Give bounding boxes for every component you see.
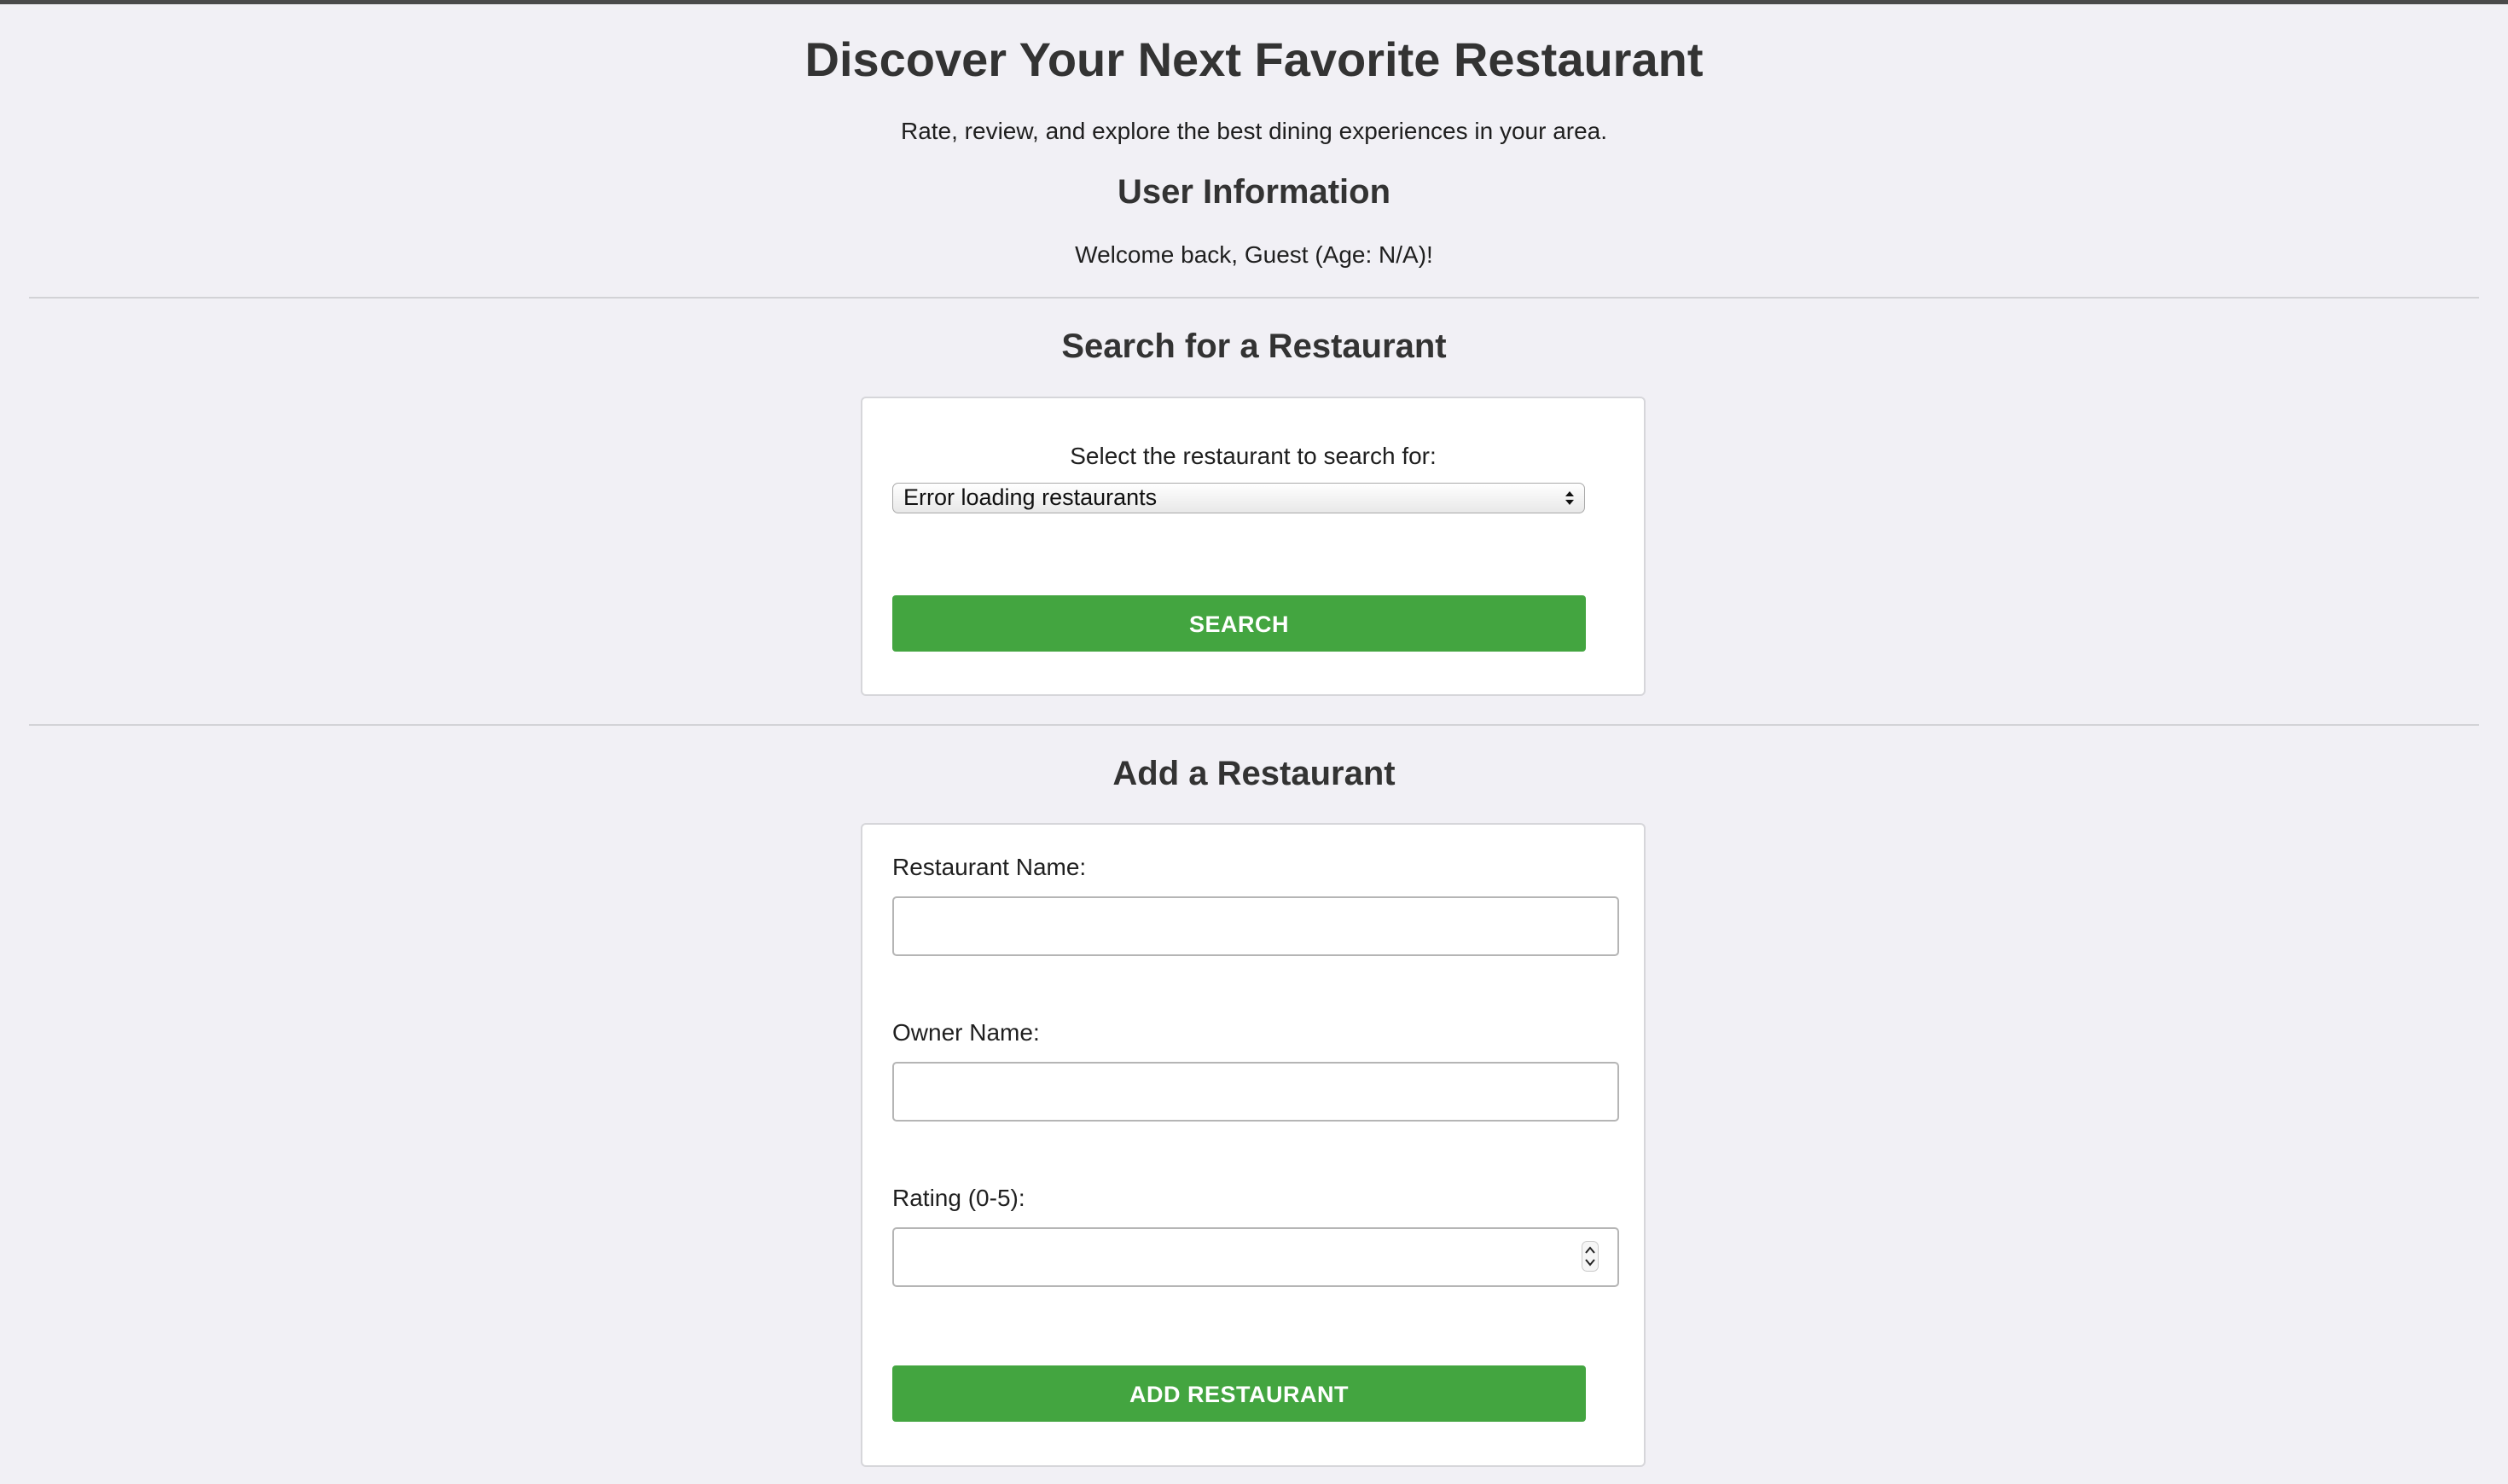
search-button[interactable]: SEARCH: [892, 595, 1586, 652]
divider-user-search: [29, 297, 2479, 299]
select-arrows-icon: [1565, 491, 1574, 505]
rating-stepper-icon[interactable]: [1582, 1241, 1599, 1272]
welcome-message: Welcome back, Guest (Age: N/A)!: [1075, 241, 1433, 268]
restaurant-select[interactable]: Error loading restaurants: [892, 483, 1585, 513]
add-restaurant-card: Restaurant Name: Owner Name: Rating (0-5…: [861, 823, 1646, 1467]
restaurant-name-input[interactable]: [892, 896, 1619, 956]
search-card: Select the restaurant to search for: Err…: [861, 397, 1646, 696]
restaurant-select-value: Error loading restaurants: [903, 484, 1158, 510]
owner-name-label: Owner Name:: [892, 1019, 1040, 1046]
window-top-border: [0, 0, 2508, 4]
add-restaurant-button[interactable]: ADD RESTAURANT: [892, 1365, 1586, 1422]
restaurant-name-label: Restaurant Name:: [892, 854, 1087, 880]
rating-label: Rating (0-5):: [892, 1185, 1025, 1211]
page-tagline: Rate, review, and explore the best dinin…: [900, 118, 1608, 144]
rating-input[interactable]: [892, 1227, 1619, 1287]
search-select-label: Select the restaurant to search for:: [1070, 443, 1437, 469]
owner-name-input[interactable]: [892, 1062, 1619, 1122]
user-info-heading: User Information: [1117, 173, 1391, 211]
search-heading: Search for a Restaurant: [1061, 328, 1447, 365]
add-restaurant-heading: Add a Restaurant: [1112, 755, 1396, 792]
page-title: Discover Your Next Favorite Restaurant: [804, 32, 1704, 86]
divider-search-add: [29, 724, 2479, 726]
